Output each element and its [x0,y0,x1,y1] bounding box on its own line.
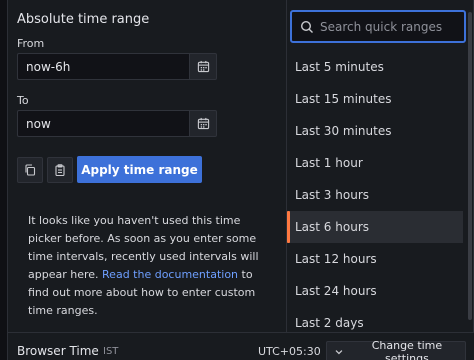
timezone-offset: UTC+05:30 [258,345,321,358]
search-quick-ranges-input[interactable] [320,19,460,34]
quick-range-item[interactable]: Last 15 minutes [287,83,463,115]
from-field-group [17,53,221,80]
quick-range-item[interactable]: Last 12 hours [287,243,463,275]
copy-time-range-button[interactable] [17,157,43,183]
timezone-label: Browser Time [17,344,99,358]
from-calendar-button[interactable] [189,53,217,80]
quick-range-item[interactable]: Last 2 days [287,307,463,332]
paste-time-range-button[interactable] [47,157,73,183]
calendar-icon [197,117,209,130]
quick-range-item[interactable]: Last 24 hours [287,275,463,307]
to-field-group [17,110,221,137]
quick-range-item[interactable]: Last 3 hours [287,179,463,211]
quick-range-item[interactable]: Last 1 hour [287,147,463,179]
clipboard-icon [55,164,65,176]
to-calendar-button[interactable] [189,110,217,137]
absolute-range-title: Absolute time range [17,12,150,27]
from-input[interactable] [17,53,189,80]
to-label: To [17,94,29,107]
quick-ranges-search[interactable] [290,10,466,43]
apply-time-range-button[interactable]: Apply time range [77,156,202,183]
calendar-icon [197,60,209,73]
chevron-down-icon [335,350,343,355]
change-time-settings-label: Change time settings [371,339,443,360]
quick-ranges-list: Last 5 minutes Last 15 minutes Last 30 min… [287,51,463,332]
absolute-range-section: Absolute time range From To [8,0,282,332]
copy-icon [25,164,36,176]
quick-range-item[interactable]: Last 5 minutes [287,51,463,83]
help-text: It looks like you haven't used this time… [28,212,268,320]
time-picker-panel: Absolute time range From To [7,0,474,360]
time-settings-footer: Browser Time IST UTC+05:30 Change time s… [8,332,474,360]
timezone-abbreviation: IST [103,346,119,357]
quick-range-item[interactable]: Last 6 hours [287,211,463,243]
documentation-link[interactable]: Read the documentation [102,268,238,281]
from-label: From [17,37,45,50]
change-time-settings-button[interactable]: Change time settings [326,339,466,360]
to-input[interactable] [17,110,189,137]
quick-range-item[interactable]: Last 30 minutes [287,115,463,147]
scrollbar-thumb[interactable] [468,12,472,320]
search-icon [300,20,313,33]
